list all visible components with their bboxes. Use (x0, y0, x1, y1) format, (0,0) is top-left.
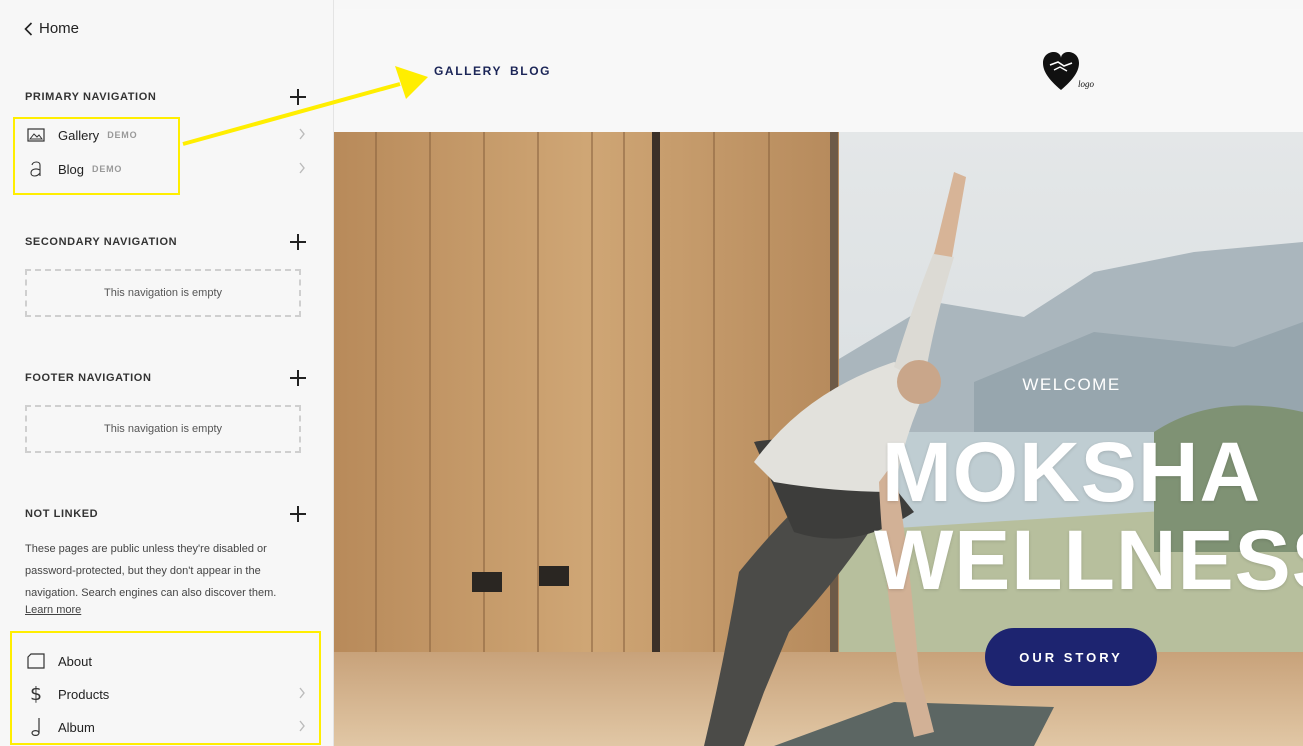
not-linked-highlight-box (10, 631, 321, 745)
hero-headline: MOKSHA WELLNESS (874, 425, 1303, 607)
add-not-linked-page-button[interactable] (290, 506, 306, 522)
pages-sidebar: Home PRIMARY NAVIGATION Gallery DEMO Blo… (0, 0, 334, 746)
back-home-link[interactable]: Home (24, 20, 79, 37)
learn-more-link[interactable]: Learn more (25, 604, 81, 616)
footer-empty-dropzone: This navigation is empty (25, 405, 301, 453)
hero-headline-line1: MOKSHA (881, 425, 1262, 519)
not-linked-title: NOT LINKED (25, 508, 99, 520)
add-footer-page-button[interactable] (290, 370, 306, 386)
hero-headline-line2: WELLNESS (874, 513, 1303, 607)
back-home-label: Home (39, 20, 80, 37)
secondary-empty-dropzone: This navigation is empty (25, 269, 301, 317)
logo-text: logo (1078, 79, 1095, 89)
our-story-button[interactable]: OUR STORY (985, 628, 1157, 686)
add-primary-page-button[interactable] (290, 89, 306, 105)
heart-logo-icon: logo (1043, 52, 1095, 90)
hero-welcome-text: WELCOME (1022, 375, 1121, 394)
site-nav-blog[interactable]: BLOG (510, 64, 551, 78)
not-linked-description: These pages are public unless they're di… (25, 543, 277, 599)
site-logo[interactable]: logo (1042, 50, 1102, 99)
footer-navigation-title: FOOTER NAVIGATION (25, 372, 152, 384)
add-secondary-page-button[interactable] (290, 234, 306, 250)
chevron-left-icon (24, 21, 33, 36)
primary-highlight-box (13, 117, 180, 195)
site-nav-gallery[interactable]: GALLERY (434, 64, 502, 78)
chevron-right-icon (299, 128, 305, 140)
hero-banner: WELCOME MOKSHA WELLNESS OUR STORY (334, 132, 1303, 746)
site-preview: GALLERY BLOG logo WELCOME MOKSHA WELLNES… (334, 9, 1303, 746)
site-header: GALLERY BLOG logo (334, 9, 1303, 132)
secondary-navigation-title: SECONDARY NAVIGATION (25, 236, 178, 248)
primary-navigation-title: PRIMARY NAVIGATION (25, 91, 157, 103)
chevron-right-icon (299, 162, 305, 174)
